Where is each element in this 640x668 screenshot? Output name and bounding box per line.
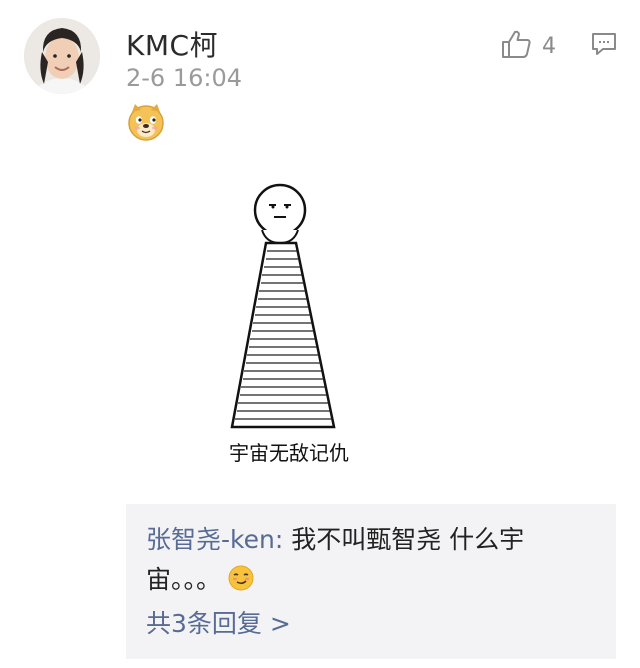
reply-button[interactable]	[590, 30, 618, 62]
smirk-emoji-icon	[227, 564, 255, 604]
avatar[interactable]	[24, 18, 100, 94]
comment-bubble-icon	[590, 33, 618, 62]
thumbs-up-icon	[500, 28, 532, 64]
doge-emoji-icon	[126, 102, 166, 142]
comment-item: KMC柯 2-6 16:04 4 宇宙无敌记仇 张智尧-ken: 我不叫甄智尧 …	[0, 0, 640, 668]
reply-item[interactable]: 张智尧-ken: 我不叫甄智尧 什么宇宙。。。	[146, 520, 576, 604]
timestamp: 2-6 16:04	[126, 64, 242, 92]
view-more-replies-link[interactable]: 共3条回复 >	[146, 604, 291, 640]
reply-author[interactable]: 张智尧-ken	[146, 525, 275, 554]
like-count: 4	[542, 33, 556, 59]
meme-caption: 宇宙无敌记仇	[229, 441, 349, 465]
avatar-photo	[24, 18, 100, 94]
like-button[interactable]: 4	[500, 28, 556, 64]
reply-box: 张智尧-ken: 我不叫甄智尧 什么宇宙。。。 共3条回复 >	[126, 504, 616, 659]
username[interactable]: KMC柯	[126, 24, 218, 64]
reply-separator: :	[274, 525, 292, 554]
meme-image[interactable]: 宇宙无敌记仇	[126, 155, 452, 490]
